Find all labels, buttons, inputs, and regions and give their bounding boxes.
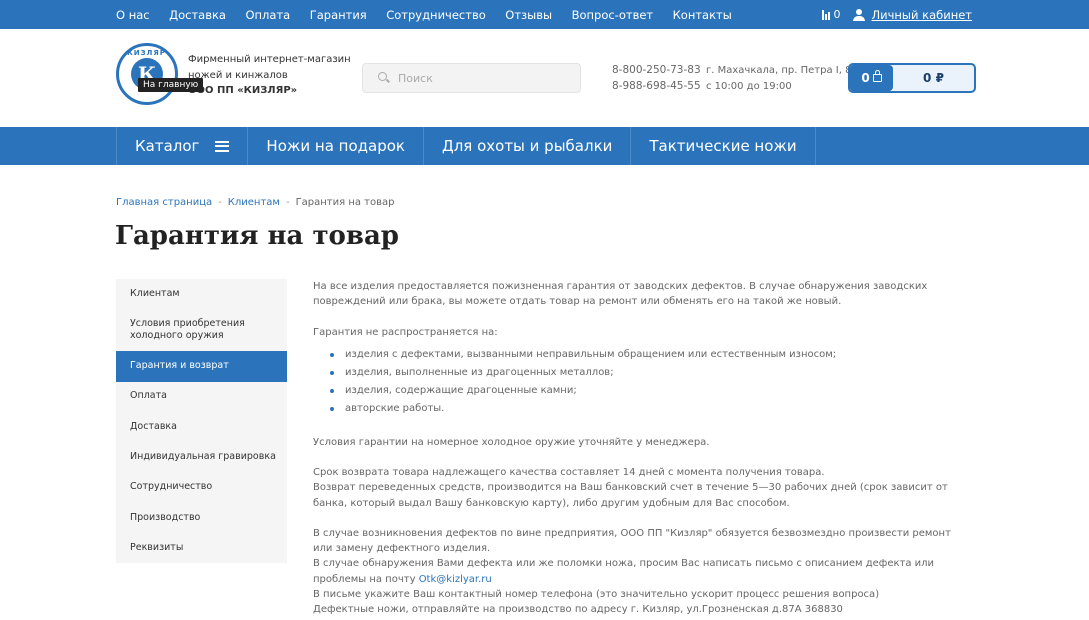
defect-report-text: В случае обнаружения Вами дефекта или же…: [313, 558, 935, 585]
breadcrumb: Главная страница - Клиентам - Гарантия на то…: [116, 197, 394, 208]
paragraph-warranty-exclusions-intro: Гарантия не распространяется на:: [313, 326, 498, 338]
search-input[interactable]: [398, 71, 568, 85]
logo-tooltip: На главную: [138, 78, 204, 92]
breadcrumb-separator: -: [285, 197, 290, 208]
shopping-bag-icon: [872, 70, 882, 82]
tagline-company: ООО ПП «КИЗЛЯР»: [188, 85, 298, 96]
sidebar-item-cooperation[interactable]: Сотрудничество: [116, 472, 287, 502]
personal-cabinet-link[interactable]: Личный кабинет: [872, 8, 973, 22]
sidebar-item-engraving[interactable]: Индивидуальная гравировка: [116, 442, 287, 472]
sidebar-item-clients[interactable]: Клиентам: [116, 279, 287, 309]
address-text: г. Махачкала, пр. Петра I, 81: [706, 65, 858, 76]
catalog-menu-button[interactable]: Каталог: [117, 127, 249, 165]
paragraph-lifetime-warranty: На все изделия предоставляется пожизненн…: [313, 281, 928, 308]
paragraph-defect-repair: В случае возникновения дефектов по вине …: [313, 527, 951, 555]
sidebar-item-weapon-purchase-terms[interactable]: Условия приобретения холодного оружия: [116, 309, 287, 351]
paragraph-numbered-weapons: Условия гарантии на номерное холодное ор…: [313, 436, 710, 448]
main-nav-items: Каталог Ножи на подарок Для охоты и рыба…: [116, 127, 816, 165]
phone-2[interactable]: 8-988-698-45-55: [612, 79, 701, 95]
cart-sum[interactable]: 0 ₽: [893, 65, 974, 91]
store-address: г. Махачкала, пр. Петра I, 81 с 10:00 до…: [706, 63, 858, 94]
list-item: авторские работы.: [313, 400, 973, 418]
cart-count-badge[interactable]: 0: [850, 65, 893, 91]
cart-count: 0: [861, 71, 870, 85]
main-nav-gift-knives[interactable]: Ножи на подарок: [248, 127, 424, 165]
breadcrumb-current: Гарантия на товар: [295, 197, 395, 208]
logo-ring-text: КИЗЛЯР: [127, 49, 166, 57]
compare-count[interactable]: 0: [834, 8, 841, 21]
warranty-exclusions-list: изделия с дефектами, вызванными неправил…: [313, 346, 973, 418]
breadcrumb-separator: -: [218, 197, 222, 208]
top-bar: О нас Доставка Оплата Гарантия Сотруднич…: [0, 0, 1089, 29]
catalog-label: Каталог: [135, 137, 200, 155]
list-item: изделия с дефектами, вызванными неправил…: [313, 346, 973, 364]
breadcrumb-clients[interactable]: Клиентам: [228, 197, 280, 208]
list-item: изделия, содержащие драгоценные камни;: [313, 382, 973, 400]
phone-numbers: 8-800-250-73-83 8-988-698-45-55: [612, 63, 701, 94]
top-nav-contacts[interactable]: Контакты: [673, 8, 732, 22]
email-link[interactable]: Otk@kizlyar.ru: [419, 574, 492, 585]
breadcrumb-home[interactable]: Главная страница: [116, 197, 212, 208]
sidebar-item-payment[interactable]: Оплата: [116, 382, 287, 412]
cart-button[interactable]: 0 0 ₽: [848, 63, 976, 93]
tagline-line-1: Фирменный интернет-магазин: [188, 54, 351, 65]
sidebar-item-production[interactable]: Производство: [116, 503, 287, 533]
top-nav-warranty[interactable]: Гарантия: [310, 8, 367, 22]
sidebar-item-requisites[interactable]: Реквизиты: [116, 533, 287, 563]
top-right-tools: 0 Личный кабинет: [821, 0, 973, 29]
paragraph-refund-terms: Возврат переведенных средств, производит…: [313, 482, 948, 509]
compare-icon[interactable]: [821, 9, 830, 20]
search-box[interactable]: [362, 63, 581, 93]
top-nav: О нас Доставка Оплата Гарантия Сотруднич…: [116, 0, 751, 29]
sidebar-menu: Клиентам Условия приобретения холодного …: [116, 279, 287, 564]
menu-burger-icon: [215, 140, 230, 152]
sidebar-item-warranty-return[interactable]: Гарантия и возврат: [116, 351, 287, 382]
phone-1[interactable]: 8-800-250-73-83: [612, 63, 701, 79]
main-nav: Каталог Ножи на подарок Для охоты и рыба…: [0, 127, 1089, 165]
sidebar-item-delivery[interactable]: Доставка: [116, 412, 287, 442]
user-icon[interactable]: [852, 8, 865, 21]
paragraph-phone-note: В письме укажите Ваш контактный номер те…: [313, 588, 880, 600]
top-nav-payment[interactable]: Оплата: [245, 8, 290, 22]
shop-tagline: Фирменный интернет-магазин ножей и кинжа…: [188, 52, 351, 99]
main-nav-hunting-fishing[interactable]: Для охоты и рыбалки: [424, 127, 632, 165]
article-content: На все изделия предоставляется пожизненн…: [313, 279, 973, 617]
top-nav-about[interactable]: О нас: [116, 8, 150, 22]
paragraph-shipping-address: Дефектные ножи, отправляйте на производс…: [313, 604, 843, 615]
working-hours: с 10:00 до 19:00: [706, 80, 792, 92]
top-nav-delivery[interactable]: Доставка: [169, 8, 226, 22]
main-nav-tactical-knives[interactable]: Тактические ножи: [631, 127, 816, 165]
top-nav-faq[interactable]: Вопрос-ответ: [572, 8, 654, 22]
page-title: Гарантия на товар: [115, 221, 399, 251]
tagline-line-2: ножей и кинжалов: [188, 69, 288, 81]
search-icon: [378, 72, 390, 84]
paragraph-defect-report: В случае обнаружения Вами дефекта или же…: [313, 556, 973, 586]
top-nav-reviews[interactable]: Отзывы: [505, 8, 552, 22]
paragraph-return-period: Срок возврата товара надлежащего качеств…: [313, 467, 825, 479]
list-item: изделия, выполненные из драгоценных мета…: [313, 364, 973, 382]
top-nav-cooperation[interactable]: Сотрудничество: [386, 8, 486, 22]
site-logo[interactable]: КИЗЛЯР К: [116, 43, 178, 105]
